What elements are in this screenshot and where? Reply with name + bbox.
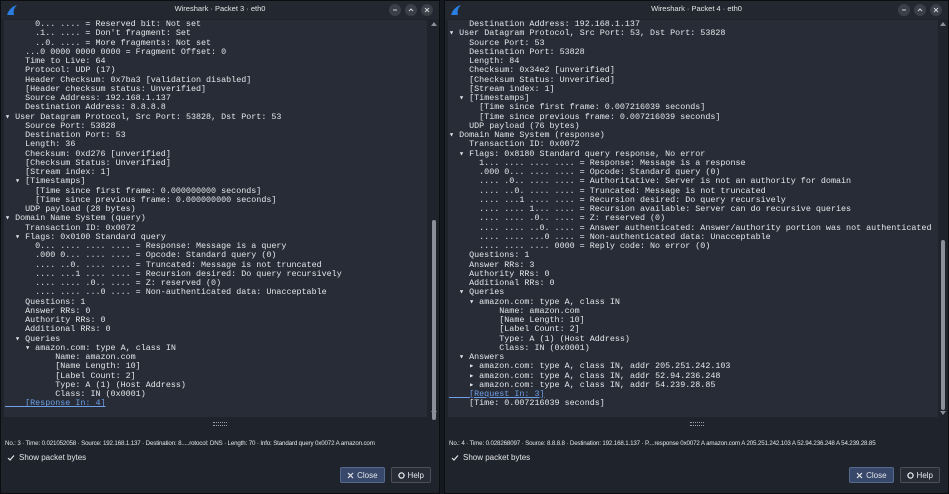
close-button[interactable]: Close — [340, 467, 385, 483]
help-ring-icon — [906, 471, 914, 479]
tree-line[interactable]: Additional RRs: 0 — [5, 324, 427, 334]
scroll-down-icon[interactable] — [431, 411, 437, 415]
help-button[interactable]: Help — [899, 467, 940, 483]
show-packet-bytes-label: Show packet bytes — [19, 453, 87, 462]
checkmark-icon — [7, 454, 15, 462]
close-x-icon — [347, 472, 354, 478]
checkmark-icon — [451, 454, 459, 462]
help-button[interactable]: Help — [390, 467, 431, 483]
title-bar[interactable]: Wireshark · Packet 4 · eth0 — [445, 1, 948, 19]
vertical-scrollbar[interactable] — [430, 20, 438, 420]
close-icon — [933, 7, 939, 13]
packet-summary: No.: 3 · Time: 0.021052058 · Source: 192… — [5, 440, 375, 447]
maximize-icon — [917, 8, 923, 12]
tree-line[interactable]: Destination Port: 53828 — [449, 47, 938, 57]
minimize-icon — [393, 9, 397, 11]
pane-splitter[interactable] — [1, 421, 439, 427]
scroll-down-icon[interactable] — [940, 411, 946, 415]
close-button[interactable]: Close — [849, 467, 894, 483]
window-title: Wireshark · Packet 3 · eth0 — [174, 4, 266, 13]
maximize-button[interactable] — [405, 4, 417, 16]
tree-lines: 0... .... = Reserved bit: Not set .1.. .… — [4, 20, 427, 409]
packet-summary: No.: 4 · Time: 0.028268097 · Source: 8.8… — [449, 440, 876, 447]
scroll-up-icon[interactable] — [940, 22, 946, 26]
pane-splitter[interactable] — [445, 421, 948, 427]
show-packet-bytes-label: Show packet bytes — [463, 453, 531, 462]
packet-detail-tree[interactable]: Destination Address: 192.168.1.137 ▾ User… — [448, 20, 938, 417]
maximize-icon — [408, 8, 414, 12]
minimize-button[interactable] — [389, 4, 401, 16]
close-button-label: Close — [866, 470, 887, 480]
packet-detail-tree[interactable]: 0... .... = Reserved bit: Not set .1.. .… — [4, 20, 427, 417]
maximize-button[interactable] — [914, 4, 926, 16]
vertical-scrollbar[interactable] — [939, 20, 947, 417]
minimize-button[interactable] — [898, 4, 910, 16]
close-window-button[interactable] — [930, 4, 942, 16]
window-title: Wireshark · Packet 4 · eth0 — [651, 4, 742, 13]
tree-line[interactable]: Class: IN (0x0001) — [449, 343, 938, 353]
packet-4-window: Wireshark · Packet 4 · eth0 Destination … — [444, 0, 949, 494]
minimize-icon — [902, 9, 906, 11]
tree-lines: Destination Address: 192.168.1.137 ▾ User… — [448, 20, 938, 409]
close-window-button[interactable] — [421, 4, 433, 16]
scroll-up-icon[interactable] — [431, 22, 437, 26]
packet-link[interactable]: [Response In: 4] — [5, 398, 427, 408]
tree-line[interactable]: [Time: 0.007216039 seconds] — [449, 398, 938, 408]
scroll-thumb[interactable] — [941, 240, 945, 410]
show-packet-bytes-toggle[interactable]: Show packet bytes — [451, 453, 530, 462]
splitter-grip-icon — [213, 422, 227, 426]
close-icon — [424, 7, 430, 13]
help-button-label: Help — [916, 470, 933, 480]
show-packet-bytes-toggle[interactable]: Show packet bytes — [7, 453, 86, 462]
close-button-label: Close — [357, 470, 378, 480]
help-ring-icon — [397, 471, 405, 479]
close-x-icon — [856, 472, 863, 478]
title-bar[interactable]: Wireshark · Packet 3 · eth0 — [1, 1, 439, 19]
splitter-grip-icon — [689, 422, 704, 426]
packet-3-window: Wireshark · Packet 3 · eth0 0... .... = … — [0, 0, 440, 494]
scroll-thumb[interactable] — [432, 220, 436, 420]
tree-line[interactable]: Additional RRs: 0 — [449, 278, 938, 288]
help-button-label: Help — [407, 470, 424, 480]
